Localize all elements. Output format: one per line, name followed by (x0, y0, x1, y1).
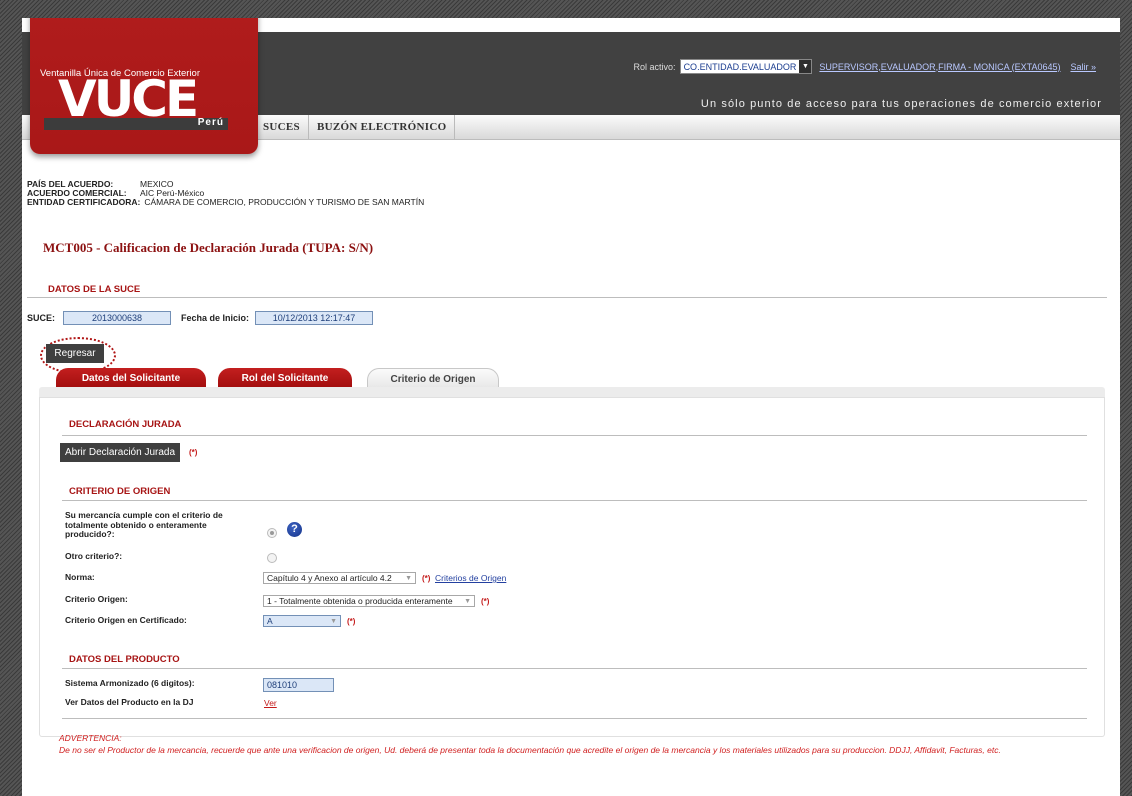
norma-value: Capítulo 4 y Anexo al artículo 4.2 (267, 573, 392, 583)
cert-value: A (267, 616, 273, 626)
chevron-down-icon: ▼ (330, 618, 337, 625)
totalmente-label: Su mercancía cumple con el criterio de t… (65, 510, 223, 539)
suce-label: SUCE: (27, 313, 56, 323)
help-icon[interactable]: ? (287, 522, 302, 537)
norma-required: (*) (422, 574, 431, 583)
nav-buzon[interactable]: BUZÓN ELECTRÓNICO (307, 115, 456, 139)
ver-label: Ver Datos del Producto en la DJ (65, 697, 194, 707)
criterios-origen-link[interactable]: Criterios de Origen (435, 573, 506, 583)
chevron-down-icon: ▼ (464, 598, 471, 605)
norma-label: Norma: (65, 572, 95, 582)
criterio-title: CRITERIO DE ORIGEN (69, 486, 171, 497)
criterio-origen-value: 1 - Totalmente obtenida o producida ente… (267, 596, 453, 606)
vuce-logo[interactable]: Ventanilla Única de Comercio Exterior VU… (30, 18, 258, 154)
otro-radio[interactable] (267, 553, 277, 563)
user-link[interactable]: SUPERVISOR,EVALUADOR,FIRMA - MONICA (EXT… (819, 62, 1060, 72)
logo-country: Perú (197, 117, 224, 128)
logout-link[interactable]: Salir » (1070, 62, 1096, 72)
warning-text: De no ser el Productor de la mercancia, … (59, 745, 1001, 755)
cert-select[interactable]: A ▼ (263, 615, 341, 627)
criterio-origen-select[interactable]: 1 - Totalmente obtenida o producida ente… (263, 595, 475, 607)
suce-row: SUCE: 2013000638 Fecha de Inicio: 10/12/… (27, 311, 374, 325)
role-select[interactable]: CO.ENTIDAD.EVALUADOR ▼ (679, 59, 813, 74)
fecha-label: Fecha de Inicio: (181, 313, 250, 323)
agreement-info: PAÍS DEL ACUERDO: MEXICO ACUERDO COMERCI… (27, 180, 424, 207)
criterio-origen-label: Criterio Origen: (65, 594, 128, 604)
producto-title: DATOS DEL PRODUCTO (69, 654, 180, 665)
abrir-declaracion-button[interactable]: Abrir Declaración Jurada (60, 443, 180, 462)
logo-name: VUCE (58, 70, 199, 128)
warning-title: ADVERTENCIA: (59, 733, 122, 743)
tab-rol-solicitante[interactable]: Rol del Solicitante (218, 368, 352, 388)
sa-field[interactable]: 081010 (263, 678, 334, 692)
warning: ADVERTENCIA: De no ser el Productor de l… (59, 732, 1001, 756)
cert-label: Criterio Origen en Certificado: (65, 615, 187, 625)
fecha-value: 10/12/2013 12:17:47 (255, 311, 374, 325)
tagline: Un sólo punto de acceso para tus operaci… (700, 98, 1102, 110)
norma-select[interactable]: Capítulo 4 y Anexo al artículo 4.2 ▼ (263, 572, 416, 584)
regresar-button[interactable]: Regresar (46, 344, 104, 363)
totalmente-radio[interactable] (267, 528, 277, 538)
nav-suces[interactable]: SUCES (254, 115, 308, 139)
chevron-down-icon: ▼ (799, 60, 812, 73)
suce-value: 2013000638 (63, 311, 172, 325)
role-label: Rol activo: (633, 61, 676, 72)
chevron-down-icon: ▼ (405, 575, 412, 582)
declaracion-title: DECLARACIÓN JURADA (69, 419, 182, 430)
entidad-value: CÁMARA DE COMERCIO, PRODUCCIÓN Y TURISMO… (144, 197, 425, 207)
tab-datos-solicitante[interactable]: Datos del Solicitante (56, 368, 206, 388)
page-title: MCT005 - Calificacion de Declaración Jur… (43, 240, 374, 255)
tab-panel (39, 387, 1105, 737)
datos-suce-title: DATOS DE LA SUCE (48, 284, 141, 295)
otro-label: Otro criterio?: (65, 551, 123, 561)
role-select-value: CO.ENTIDAD.EVALUADOR (683, 61, 797, 72)
ver-link[interactable]: Ver (264, 698, 277, 708)
tab-criterio-origen[interactable]: Criterio de Origen (367, 368, 499, 389)
sa-label: Sistema Armonizado (6 digitos): (65, 678, 195, 688)
role-bar: Rol activo: CO.ENTIDAD.EVALUADOR ▼ SUPER… (634, 59, 1096, 74)
required-marker: (*) (189, 448, 198, 457)
entidad-label: ENTIDAD CERTIFICADORA: (27, 197, 141, 207)
criterio-required: (*) (481, 597, 490, 606)
cert-required: (*) (347, 617, 356, 626)
page: Rol activo: CO.ENTIDAD.EVALUADOR ▼ SUPER… (22, 18, 1120, 796)
